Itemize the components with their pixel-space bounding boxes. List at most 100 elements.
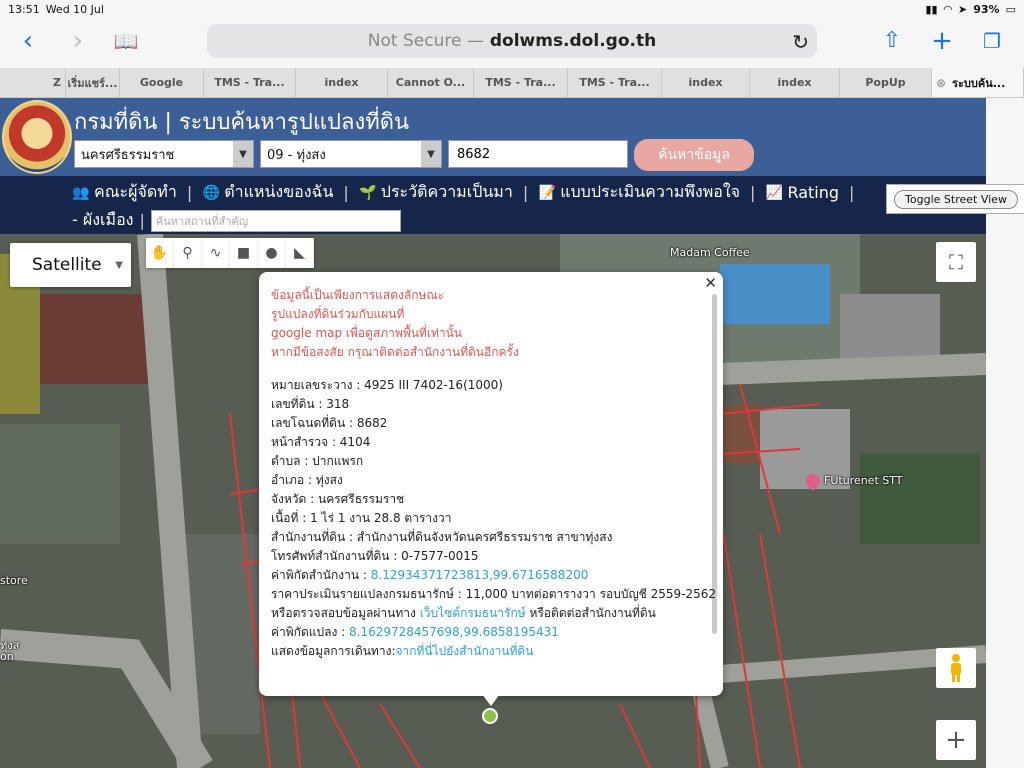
back-icon[interactable]: ‹ — [14, 28, 42, 56]
wifi-icon: ◠ — [943, 2, 953, 16]
drawing-toolbar: ✋ ⚲ ∿ ■ ● ◣ — [146, 238, 314, 268]
battery-icon: ▭ — [1005, 2, 1016, 16]
map-type-select[interactable]: Satellite ▼ — [10, 243, 131, 287]
parcel-details: หมายเลขระวาง : 4925 III 7402-16(1000) เล… — [271, 376, 717, 661]
tab-7[interactable]: TMS - Tra... — [474, 68, 568, 97]
office-phone-field: โทรศัพท์สำนักงานที่ดิน : 0-7577-0015 — [271, 549, 479, 563]
province-field: จังหวัด : นครศรีธรรมราช — [271, 492, 405, 506]
district-field: อำเภอ : ทุ่งสง — [271, 473, 343, 487]
caret-down-icon: ▼ — [115, 259, 123, 271]
share-icon[interactable]: ⇧ — [878, 28, 906, 56]
tabs-overview-icon[interactable]: ❐ — [978, 28, 1006, 56]
tab-active[interactable]: ⊗ ระบบค้น... — [932, 68, 1024, 97]
fullscreen-icon[interactable]: ⛶ — [936, 242, 976, 282]
circle-tool-icon[interactable]: ● — [258, 238, 286, 268]
search-button[interactable]: ค้นหาข้อมูล — [634, 139, 754, 171]
forward-icon[interactable]: › — [64, 28, 92, 56]
office-coord-link[interactable]: 8.12934371723813,99.6716588200 — [371, 568, 589, 582]
battery-level: 93% — [973, 2, 1000, 16]
toggle-street-view-button[interactable]: Toggle Street View — [894, 189, 1018, 209]
tab-2[interactable]: เริ่มแชร์... — [66, 68, 120, 97]
route-link[interactable]: จากที่นี่ไปยังสำนักงานที่ดิน — [395, 644, 533, 658]
check-info-field: หรือตรวจสอบข้อมูลผ่านทาง เว็บไซต์กรมธนาร… — [271, 606, 656, 620]
subdistrict-field: ตำบล : ปากแพรก — [271, 454, 364, 468]
deed-number-field: เลขโฉนดที่ดิน : 8682 — [271, 416, 388, 430]
disclaimer-line: หากมีข้อสงสัย กรุณาติดต่อสำนักงานที่ดินอ… — [271, 345, 519, 359]
menu-item-team[interactable]: 👥 คณะผู้จัดทำ — [72, 180, 177, 205]
parcel-coord-link[interactable]: 8.1629728457698,99.6858195431 — [349, 625, 559, 639]
poi-label[interactable]: Madam Coffee — [670, 246, 750, 259]
zoom-in-button[interactable]: + — [936, 720, 976, 760]
route-field: แสดงข้อมูลการเดินทาง:จากที่นี่ไปยังสำนัก… — [271, 644, 534, 658]
site-header: กรมที่ดิน | ระบบค้นหารูปแปลงที่ดิน นครศร… — [0, 98, 986, 176]
tab-8[interactable]: TMS - Tra... — [568, 68, 662, 97]
address-bar[interactable]: Not Secure — dolwms.dol.go.th ↻ — [207, 24, 817, 58]
pegman-icon[interactable] — [936, 648, 976, 688]
disclaimer-line: google map เพื่อดูสภาพพื้นที่เท่านั้น — [271, 326, 462, 340]
tab-bar: Z เริ่มแชร์... Google TMS - Tra... index… — [0, 68, 1024, 98]
status-time: 13:51 — [8, 2, 40, 16]
toggle-street-view-panel: Toggle Street View — [886, 184, 1024, 214]
polygon-tool-icon[interactable]: ◣ — [286, 238, 314, 268]
popup-pointer — [482, 694, 500, 706]
poi-label[interactable]: FUturenet STT — [803, 471, 903, 491]
chevron-down-icon: ▼ — [233, 141, 253, 167]
team-icon: 👥 — [72, 184, 90, 201]
parcel-number-input[interactable]: 8682 — [448, 140, 628, 168]
browser-toolbar: ‹ › 📖 Not Secure — dolwms.dol.go.th ↻ ⇧ … — [0, 18, 1024, 68]
disclaimer-line: รูปแปลงที่ดินร่วมกับแผนที่ — [271, 307, 405, 321]
disclaimer-line: ข้อมูลนี้เป็นเพียงการแสดงลักษณะ — [271, 288, 444, 302]
dol-logo — [2, 100, 72, 174]
status-bar: 13:51 Wed 10 Jul ▮▮ ◠ ➤ 93% ▭ — [0, 0, 1024, 18]
status-date: Wed 10 Jul — [45, 2, 104, 16]
chevron-down-icon: ▼ — [421, 141, 441, 167]
marker-tool-icon[interactable]: ⚲ — [174, 238, 202, 268]
office-coord-field: ค่าพิกัดสำนักงาน : 8.12934371723813,99.6… — [271, 568, 589, 582]
map-pin-icon — [803, 471, 823, 491]
parcel-coord-field: ค่าพิกัดแปลง : 8.1629728457698,99.685819… — [271, 625, 559, 639]
sprout-icon: 🌱 — [359, 184, 377, 201]
menu-item-history[interactable]: 🌱 ประวัติความเป็นมา — [359, 180, 513, 205]
province-select[interactable]: นครศรีธรรมราช ▼ — [74, 140, 254, 168]
district-select[interactable]: 09 - ทุ่งสง ▼ — [260, 140, 442, 168]
bookmarks-icon[interactable]: 📖 — [112, 28, 140, 56]
reload-icon[interactable]: ↻ — [792, 30, 809, 54]
hand-icon[interactable]: ✋ — [146, 238, 174, 268]
land-number-field: เลขที่ดิน : 318 — [271, 397, 350, 411]
url-domain: dolwms.dol.go.th — [489, 31, 657, 51]
tab-4[interactable]: TMS - Tra... — [204, 68, 296, 97]
form-icon: 📝 — [538, 184, 556, 201]
tab-11[interactable]: PopUp — [840, 68, 932, 97]
appraisal-field: ราคาประเมินรายแปลงกรมธนารักษ์ : 11,000 บ… — [271, 587, 717, 601]
office-field: สำนักงานที่ดิน : สำนักงานที่ดินจังหวัดนค… — [271, 530, 613, 544]
menu-bar: 👥 คณะผู้จัดทำ | 🌐 ตำแหน่งของฉัน | 🌱 ประวัติ… — [0, 176, 986, 234]
menu-item-city-plan[interactable]: - ผังเมือง — [72, 208, 133, 233]
polyline-tool-icon[interactable]: ∿ — [202, 238, 230, 268]
menu-item-rating[interactable]: 📈 Rating — [765, 183, 839, 202]
menu-item-survey[interactable]: 📝 แบบประเมินความพึงพอใจ — [538, 180, 740, 205]
poi-label: store — [0, 574, 28, 587]
globe-icon: 🌐 — [202, 184, 220, 201]
site-title: กรมที่ดิน | ระบบค้นหารูปแปลงที่ดิน — [74, 110, 410, 135]
new-tab-icon[interactable]: + — [928, 28, 956, 56]
chart-icon: 📈 — [765, 184, 784, 201]
tab-3[interactable]: Google — [120, 68, 204, 97]
tab-9[interactable]: index — [662, 68, 750, 97]
signal-icon: ▮▮ — [925, 2, 938, 16]
popup-scrollbar[interactable] — [712, 294, 717, 634]
tab-5[interactable]: index — [296, 68, 388, 97]
tab-6[interactable]: Cannot O... — [388, 68, 474, 97]
parcel-info-window: ✕ ข้อมูลนี้เป็นเพียงการแสดงลักษณะ รูปแปล… — [259, 272, 723, 696]
treasury-website-link[interactable]: เว็บไซต์กรมธนารักษ์ — [420, 606, 526, 620]
poi-label: on — [0, 650, 14, 663]
survey-page-field: หน้าสำรวจ : 4104 — [271, 435, 371, 449]
parcel-marker-icon[interactable] — [482, 708, 498, 724]
not-secure-label: Not Secure — — [367, 31, 484, 51]
tab-1[interactable]: Z — [0, 68, 66, 97]
place-search-input[interactable]: ค้นหาสถานที่สำคัญ — [150, 209, 401, 232]
rectangle-tool-icon[interactable]: ■ — [230, 238, 258, 268]
area-field: เนื้อที่ : 1 ไร่ 1 งาน 28.8 ตารางวา — [271, 511, 452, 525]
tab-10[interactable]: index — [750, 68, 840, 97]
menu-item-my-location[interactable]: 🌐 ตำแหน่งของฉัน — [202, 180, 333, 205]
close-tab-icon[interactable]: ⊗ — [936, 76, 946, 90]
